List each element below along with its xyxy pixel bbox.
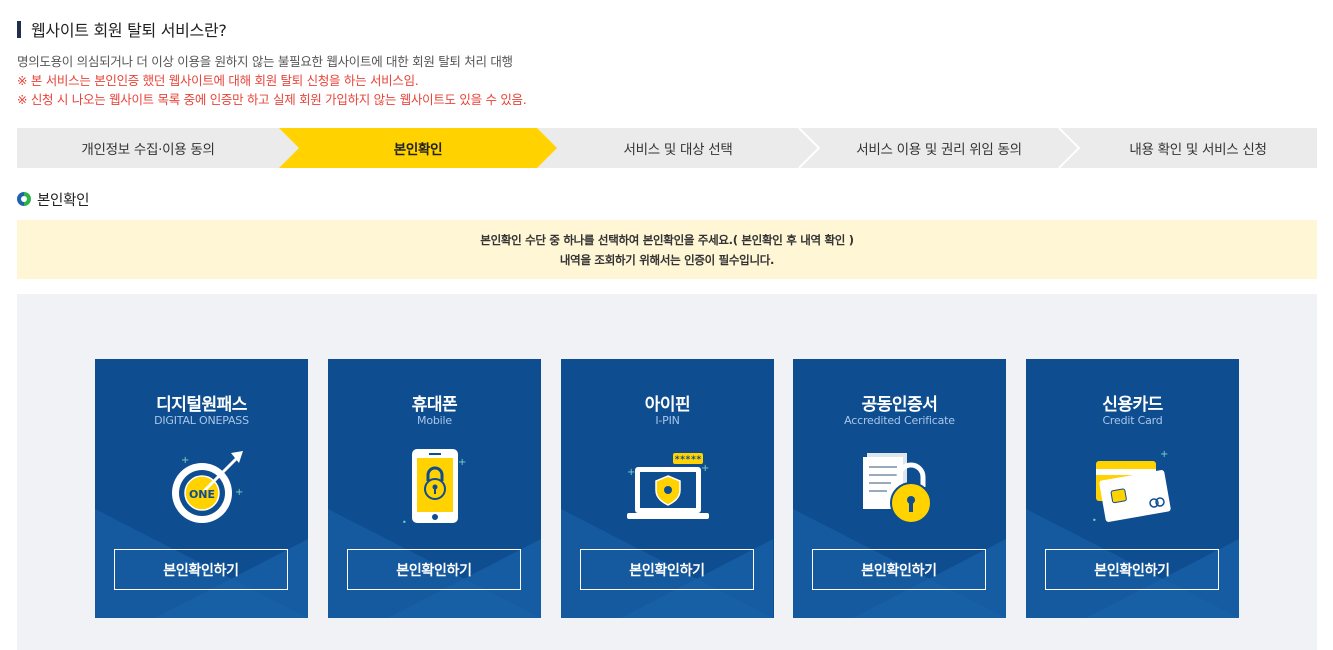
method-subtitle: I-PIN bbox=[655, 414, 680, 427]
section-heading: 본인확인 bbox=[17, 190, 90, 209]
method-subtitle: Credit Card bbox=[1102, 414, 1163, 427]
icon-label: ***** bbox=[674, 455, 701, 465]
service-description: 명의도용이 의심되거나 더 이상 이용을 원하지 않는 불필요한 웹사이트에 대… bbox=[17, 52, 527, 109]
step-separator bbox=[1058, 128, 1081, 168]
page-title: 웹사이트 회원 탈퇴 서비스란? bbox=[17, 18, 227, 40]
notice-line-2: 내역을 조회하기 위해서는 인증이 필수입니다. bbox=[559, 252, 775, 267]
method-subtitle: Mobile bbox=[417, 414, 452, 427]
certificate-lock-icon bbox=[863, 453, 932, 524]
method-card-credit: 신용카드 Credit Card + • 본인확인하기 bbox=[1026, 359, 1239, 618]
method-subtitle: DIGITAL ONEPASS bbox=[154, 414, 249, 427]
method-title: 디지털원패스 bbox=[156, 395, 247, 415]
method-card-certificate: 공동인증서 Accredited Cerificate 본인확인하기 bbox=[793, 359, 1006, 618]
verify-credit-card-button[interactable]: 본인확인하기 bbox=[1045, 549, 1219, 590]
credit-card-icon: + • bbox=[1092, 449, 1171, 525]
step-consent: 개인정보 수집·이용 동의 bbox=[81, 142, 215, 158]
step-service-selection: 서비스 및 대상 선택 bbox=[623, 142, 733, 158]
method-title: 아이핀 bbox=[644, 395, 691, 415]
method-title: 휴대폰 bbox=[411, 395, 458, 415]
section-title: 본인확인 bbox=[37, 192, 90, 209]
description-note-2: ※ 신청 시 나오는 웹사이트 목록 중에 인증만 하고 실제 회원 가입하지 … bbox=[17, 92, 527, 107]
verify-certificate-button[interactable]: 본인확인하기 bbox=[812, 549, 986, 590]
target-arrow-icon: + + ONE bbox=[172, 451, 243, 523]
icon-label: ONE bbox=[189, 488, 215, 501]
method-card-onepass: 디지털원패스 DIGITAL ONEPASS + + ONE 본인확인하기 bbox=[95, 359, 308, 618]
step-confirm-apply: 내용 확인 및 서비스 신청 bbox=[1129, 142, 1267, 158]
bullet-ring-icon bbox=[17, 192, 31, 206]
method-title: 신용카드 bbox=[1102, 395, 1163, 415]
verify-ipin-button[interactable]: 본인확인하기 bbox=[580, 549, 754, 590]
progress-steps: 개인정보 수집·이용 동의 본인확인 서비스 및 대상 선택 서비스 이용 및 … bbox=[17, 128, 1317, 168]
svg-text:+: + bbox=[627, 467, 635, 478]
notice-line-1: 본인확인 수단 중 하나를 선택하여 본인확인을 주세요.( 본인확인 후 내역… bbox=[480, 232, 854, 247]
title-marker bbox=[17, 20, 21, 38]
method-subtitle: Accredited Cerificate bbox=[844, 414, 955, 427]
verify-mobile-button[interactable]: 본인확인하기 bbox=[347, 549, 521, 590]
laptop-shield-icon: + + ***** bbox=[627, 453, 709, 519]
method-card-mobile: 휴대폰 Mobile + • 본인확인하기 bbox=[328, 359, 541, 618]
method-title: 공동인증서 bbox=[861, 395, 938, 415]
page-title-text: 웹사이트 회원 탈퇴 서비스란? bbox=[31, 21, 227, 40]
svg-text:•: • bbox=[402, 518, 407, 527]
notice-box: 본인확인 수단 중 하나를 선택하여 본인확인을 주세요.( 본인확인 후 내역… bbox=[17, 220, 1317, 279]
method-card-ipin: 아이핀 I-PIN + + ***** 본인확인하기 bbox=[561, 359, 774, 618]
svg-text:+: + bbox=[701, 463, 709, 474]
description-note-1: ※ 본 서비스는 본인인증 했던 웹사이트에 대해 회원 탈퇴 신청을 하는 서… bbox=[17, 73, 419, 88]
verify-onepass-button[interactable]: 본인확인하기 bbox=[114, 549, 288, 590]
description-line-1: 명의도용이 의심되거나 더 이상 이용을 원하지 않는 불필요한 웹사이트에 대… bbox=[17, 54, 513, 69]
svg-text:+: + bbox=[235, 487, 243, 498]
svg-text:+: + bbox=[181, 455, 189, 466]
step-separator bbox=[798, 128, 821, 168]
mobile-lock-icon: + • bbox=[402, 449, 466, 527]
step-identity-verification: 본인확인 bbox=[393, 142, 443, 158]
svg-text:•: • bbox=[1092, 516, 1097, 525]
svg-text:+: + bbox=[1160, 449, 1168, 460]
step-rights-delegation: 서비스 이용 및 권리 위임 동의 bbox=[856, 142, 1022, 158]
svg-text:+: + bbox=[458, 457, 466, 468]
